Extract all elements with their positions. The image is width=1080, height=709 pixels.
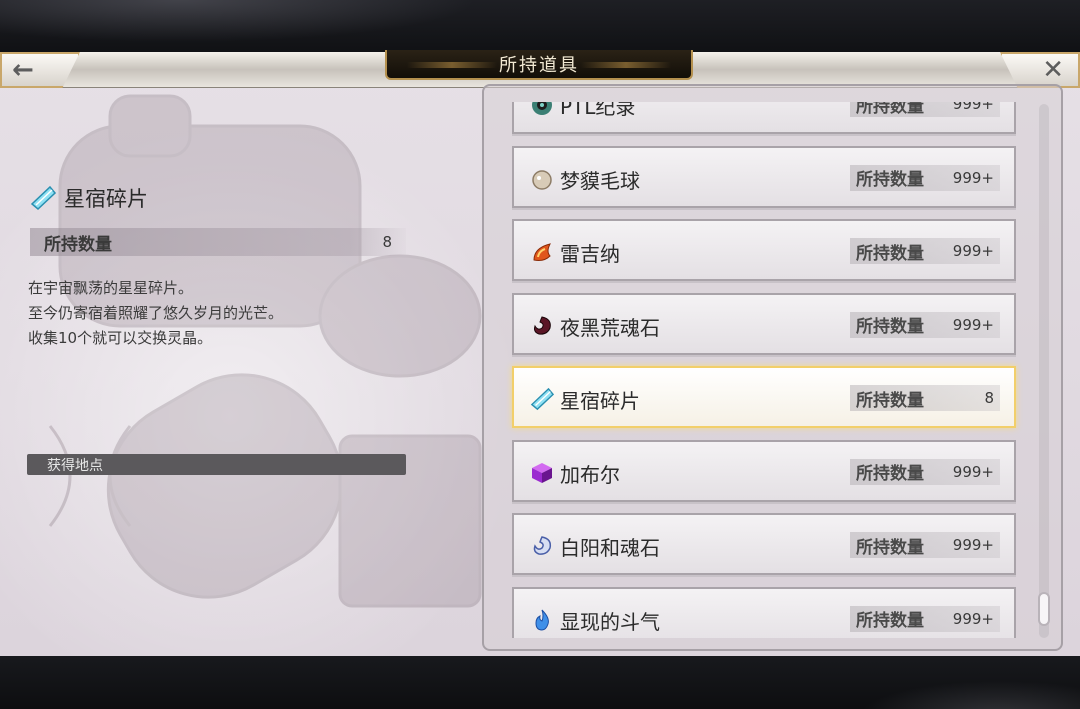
- quantity-value: 999+: [952, 609, 994, 628]
- quantity-label: 所持数量: [856, 390, 924, 411]
- item-name: 白阳和魂石: [560, 536, 660, 560]
- item-quantity-bar: 所持数量 999+: [850, 605, 1000, 632]
- item-name: 雷吉纳: [560, 242, 620, 266]
- quantity-value: 999+: [952, 242, 994, 260]
- item-name: 加布尔: [560, 462, 620, 487]
- quantity-label: 所持数量: [856, 611, 924, 631]
- item-quantity-bar: 所持数量 8: [850, 385, 1000, 411]
- ember-icon: [530, 240, 554, 264]
- item-name: PTL纪录: [560, 102, 636, 119]
- detail-description: 在宇宙飘荡的星星碎片。 至今仍寄宿着照耀了悠久岁月的光芒。 收集10个就可以交换…: [28, 276, 448, 351]
- quantity-label: 所持数量: [856, 464, 924, 484]
- description-line: 收集10个就可以交换灵晶。: [28, 329, 213, 347]
- quantity-value: 999+: [952, 168, 994, 187]
- detail-count-value: 8: [382, 233, 392, 251]
- title-decoration-right: [581, 62, 671, 68]
- quantity-value: 999+: [952, 462, 994, 481]
- list-item[interactable]: 夜黑荒魂石 所持数量 999+: [512, 292, 1016, 355]
- cube-icon: [530, 461, 554, 485]
- title-plate: 所持道具: [385, 50, 693, 80]
- quantity-value: 8: [984, 389, 994, 407]
- item-name: 星宿碎片: [560, 389, 640, 413]
- item-quantity-bar: 所持数量 999+: [850, 238, 1000, 264]
- list-item[interactable]: PTL纪录 所持数量 999+: [512, 102, 1016, 134]
- detail-name-row: 星宿碎片: [30, 183, 148, 213]
- bottom-ornament-band: [0, 656, 1080, 709]
- light-soulstone-icon: [530, 534, 554, 558]
- top-ornament-band: [0, 0, 1080, 52]
- close-icon: ✕: [1042, 55, 1064, 85]
- list-item[interactable]: 加布尔 所持数量 999+: [512, 439, 1016, 502]
- quantity-value: 999+: [952, 315, 994, 334]
- item-quantity-bar: 所持数量 999+: [850, 311, 1000, 338]
- quantity-label: 所持数量: [856, 170, 924, 190]
- quantity-label: 所持数量: [856, 537, 924, 558]
- item-name: 梦貘毛球: [560, 168, 640, 193]
- obtain-location-button[interactable]: 获得地点: [27, 454, 406, 475]
- blue-flame-icon: [530, 608, 554, 632]
- crystal-shard-icon: [30, 185, 56, 211]
- list-item[interactable]: 星宿碎片 所持数量 8: [512, 366, 1016, 428]
- scrollbar-thumb[interactable]: [1038, 592, 1050, 626]
- item-quantity-bar: 所持数量 999+: [850, 164, 1000, 191]
- detail-item-name: 星宿碎片: [64, 187, 148, 211]
- item-name: 显现的斗气: [560, 609, 660, 634]
- list-item[interactable]: 显现的斗气 所持数量 999+: [512, 586, 1016, 638]
- item-quantity-bar: 所持数量 999+: [850, 532, 1000, 558]
- description-line: 至今仍寄宿着照耀了悠久岁月的光芒。: [28, 304, 284, 322]
- furball-icon: [530, 167, 554, 191]
- list-item[interactable]: 白阳和魂石 所持数量 999+: [512, 513, 1016, 575]
- item-name: 夜黑荒魂石: [560, 315, 660, 340]
- list-item[interactable]: 雷吉纳 所持数量 999+: [512, 219, 1016, 281]
- item-quantity-bar: 所持数量 999+: [850, 458, 1000, 485]
- quantity-value: 999+: [952, 102, 994, 113]
- title-decoration-left: [407, 62, 497, 68]
- crystal-shard-icon: [530, 387, 554, 411]
- dark-soulstone-icon: [530, 314, 554, 338]
- item-quantity-bar: 所持数量 999+: [850, 102, 1000, 117]
- quantity-label: 所持数量: [856, 317, 924, 337]
- page-title: 所持道具: [499, 55, 579, 76]
- item-list[interactable]: PTL纪录 所持数量 999+ 梦貘毛球 所持数量 999+ 雷吉纳 所持数量 999+ 夜黑荒魂…: [485, 102, 1045, 638]
- scrollbar-track[interactable]: [1039, 104, 1049, 638]
- list-item[interactable]: 梦貘毛球 所持数量 999+: [512, 145, 1016, 208]
- back-arrow-icon: ←: [12, 55, 34, 85]
- quantity-value: 999+: [952, 536, 994, 554]
- description-line: 在宇宙飘荡的星星碎片。: [28, 279, 194, 297]
- detail-count-label: 所持数量: [44, 234, 112, 255]
- quantity-label: 所持数量: [856, 243, 924, 264]
- quantity-label: 所持数量: [856, 102, 924, 117]
- detail-count-bar: 所持数量 8: [30, 228, 406, 256]
- record-disc-icon: [530, 102, 554, 117]
